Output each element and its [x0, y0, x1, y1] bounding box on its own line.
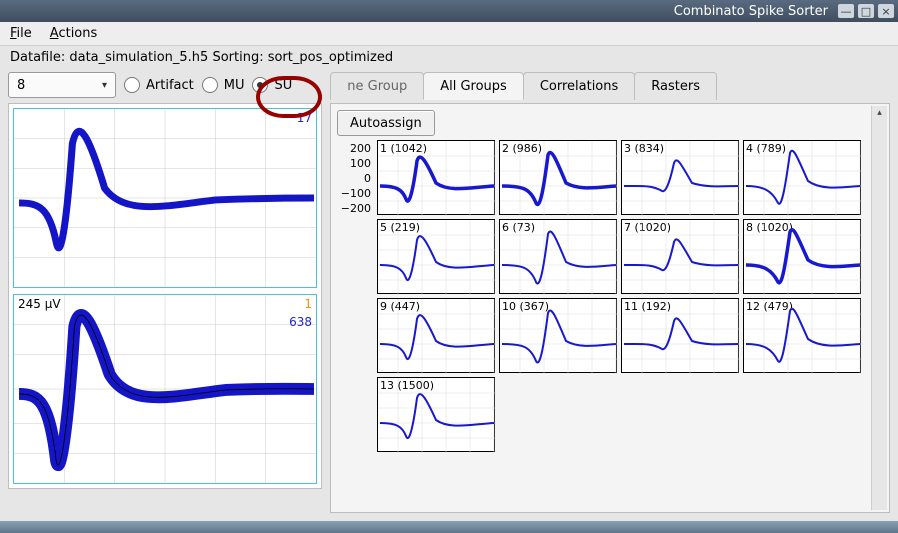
cluster-8[interactable]: 8 (1020) [743, 219, 861, 294]
tab-all-groups[interactable]: All Groups [423, 72, 524, 100]
titlebar: Combinato Spike Sorter — □ × [0, 0, 898, 22]
left-panel: 17 245 µV 1 638 [8, 103, 322, 489]
cluster-4[interactable]: 4 (789) [743, 140, 861, 215]
content-area: 17 245 µV 1 638 [0, 103, 898, 521]
cluster-waveform [500, 299, 618, 374]
cluster-7[interactable]: 7 (1020) [621, 219, 739, 294]
tab-one-group[interactable]: ne Group [330, 72, 424, 100]
cluster-waveform [378, 220, 496, 295]
channel-value: 8 [17, 78, 25, 93]
radio-artifact[interactable]: Artifact [124, 77, 194, 93]
radio-mu-label: MU [224, 78, 245, 93]
tabs: ne Group All Groups Correlations Rasters [330, 71, 716, 99]
radio-mu[interactable]: MU [202, 77, 245, 93]
cluster-1[interactable]: 1 (1042) [377, 140, 495, 215]
maximize-button[interactable]: □ [858, 4, 874, 18]
cluster-waveform [744, 220, 862, 295]
menubar: File Actions [0, 22, 898, 46]
status-text: Datafile: data_simulation_5.h5 Sorting: … [0, 46, 898, 69]
radio-su-input[interactable] [252, 77, 268, 93]
radio-su[interactable]: SU [252, 77, 292, 93]
cluster-waveform [378, 141, 496, 216]
window-title: Combinato Spike Sorter [674, 4, 828, 19]
bottom-plot-uv: 245 µV [18, 297, 61, 311]
waveform-plot-bottom[interactable]: 245 µV 1 638 [13, 294, 317, 484]
scroll-up-icon[interactable]: ▴ [872, 106, 887, 120]
menu-actions[interactable]: Actions [50, 26, 98, 41]
cluster-11[interactable]: 11 (192) [621, 298, 739, 373]
cluster-waveform [500, 141, 618, 216]
toolbar: 8 Artifact MU SU ne Group All Groups Cor… [0, 69, 898, 103]
cluster-12[interactable]: 12 (479) [743, 298, 861, 373]
autoassign-button[interactable]: Autoassign [337, 110, 435, 136]
cluster-grid-area: 200 100 0 −100 −200 1 (1042)2 (986)3 (83… [337, 140, 883, 452]
radio-mu-input[interactable] [202, 77, 218, 93]
cluster-grid: 1 (1042)2 (986)3 (834)4 (789) 5 (219)6 (7… [377, 140, 861, 452]
cluster-waveform [744, 299, 862, 374]
bottom-plot-orange: 1 [304, 297, 312, 311]
waveform-plot-bottom-svg [14, 295, 316, 483]
cluster-waveform [622, 220, 740, 295]
close-button[interactable]: × [878, 4, 894, 18]
tab-rasters[interactable]: Rasters [634, 72, 717, 100]
cluster-10[interactable]: 10 (367) [499, 298, 617, 373]
cluster-13[interactable]: 13 (1500) [377, 377, 495, 452]
channel-selector[interactable]: 8 [8, 72, 116, 98]
cluster-6[interactable]: 6 (73) [499, 219, 617, 294]
right-panel: ▴ Autoassign 200 100 0 −100 −200 1 (1042… [330, 103, 890, 513]
footer-bar [0, 521, 898, 533]
cluster-9[interactable]: 9 (447) [377, 298, 495, 373]
cluster-waveform [622, 299, 740, 374]
y-axis-ticks: 200 100 0 −100 −200 [337, 140, 371, 215]
menu-file[interactable]: File [10, 26, 32, 41]
cluster-5[interactable]: 5 (219) [377, 219, 495, 294]
radio-su-label: SU [274, 78, 292, 93]
cluster-waveform [500, 220, 618, 295]
waveform-plot-top[interactable]: 17 [13, 108, 317, 288]
bottom-plot-count: 638 [289, 315, 312, 329]
cluster-waveform [378, 378, 496, 453]
cluster-2[interactable]: 2 (986) [499, 140, 617, 215]
radio-artifact-input[interactable] [124, 77, 140, 93]
radio-artifact-label: Artifact [146, 78, 194, 93]
minimize-button[interactable]: — [838, 4, 854, 18]
cluster-3[interactable]: 3 (834) [621, 140, 739, 215]
waveform-plot-top-svg [14, 109, 316, 287]
tab-correlations[interactable]: Correlations [523, 72, 635, 100]
right-panel-scrollbar[interactable]: ▴ [871, 106, 887, 510]
cluster-waveform [378, 299, 496, 374]
cluster-waveform [744, 141, 862, 216]
top-plot-count: 17 [297, 111, 312, 125]
cluster-waveform [622, 141, 740, 216]
